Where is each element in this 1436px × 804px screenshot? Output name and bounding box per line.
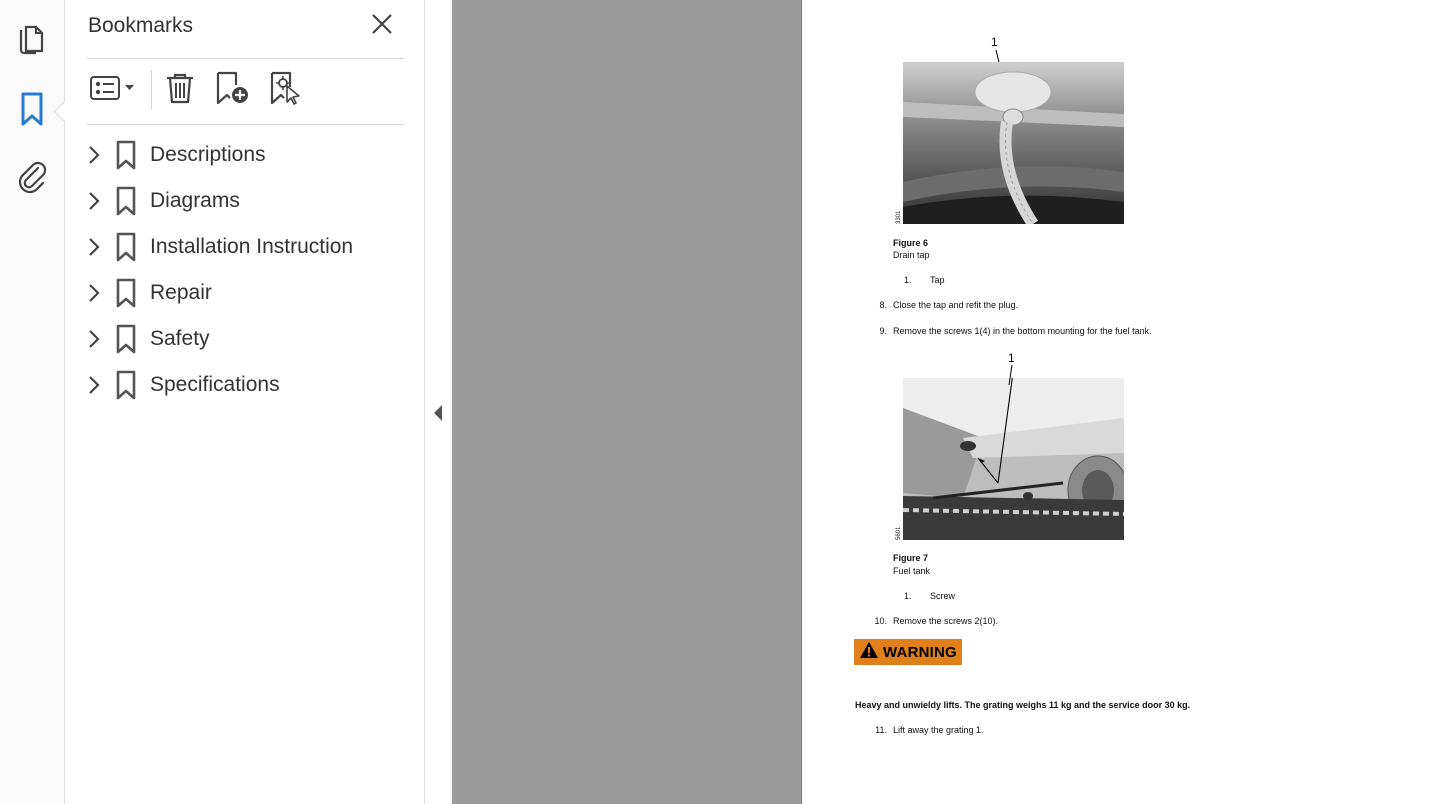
chevron-right-icon[interactable] bbox=[83, 191, 105, 211]
bookmark-selection-button[interactable] bbox=[267, 70, 305, 110]
chevron-right-icon[interactable] bbox=[83, 145, 105, 165]
chevron-right-icon[interactable] bbox=[83, 283, 105, 303]
bookmark-item[interactable]: Descriptions bbox=[83, 135, 403, 175]
figure7-leader-line bbox=[1008, 365, 1013, 385]
close-panel-button[interactable] bbox=[368, 12, 396, 40]
tool-rail bbox=[0, 0, 65, 804]
step-text: Remove the screws 2(10). bbox=[893, 616, 999, 626]
figure6-side-code: 3301 bbox=[896, 210, 902, 224]
bookmark-label: Installation Instruction bbox=[150, 235, 354, 258]
add-bookmark-button[interactable] bbox=[213, 70, 253, 110]
trash-icon bbox=[164, 71, 196, 109]
pages-icon bbox=[17, 21, 47, 59]
bookmark-item[interactable]: Specifications bbox=[83, 365, 403, 405]
divider bbox=[87, 58, 404, 59]
step-text: Remove the screws 1(4) in the bottom mou… bbox=[893, 326, 1152, 336]
document-canvas bbox=[452, 0, 801, 804]
figure6-photo bbox=[903, 62, 1124, 224]
chevron-right-icon[interactable] bbox=[83, 375, 105, 395]
bookmark-icon bbox=[114, 278, 138, 308]
bookmark-icon bbox=[114, 186, 138, 216]
warning-triangle-icon bbox=[859, 641, 879, 664]
figure6-subtitle: Drain tap bbox=[893, 250, 930, 260]
options-menu-button[interactable] bbox=[87, 70, 139, 110]
document-page: 1 3301 Figure 6 Drain tap 1. Tap 8. Clos… bbox=[802, 0, 1436, 804]
bookmark-label: Specifications bbox=[150, 373, 280, 396]
attachment-icon bbox=[16, 159, 48, 199]
figure7-photo bbox=[903, 378, 1124, 540]
warning-label: WARNING bbox=[854, 639, 962, 665]
step-text: Close the tap and refit the plug. bbox=[893, 300, 1019, 310]
bookmarks-button[interactable] bbox=[10, 89, 54, 133]
figure7-legend-text: Screw bbox=[930, 591, 956, 601]
chevron-right-icon[interactable] bbox=[83, 237, 105, 257]
figure6-title: Figure 6 bbox=[893, 238, 929, 248]
triangle-left-icon bbox=[433, 405, 443, 426]
bookmark-icon bbox=[19, 91, 45, 131]
figure7-side-code: 5601 bbox=[896, 526, 902, 540]
bookmark-label: Safety bbox=[150, 327, 210, 350]
bookmark-label: Diagrams bbox=[150, 189, 240, 212]
bookmark-target-icon bbox=[268, 70, 304, 110]
step-number: 9. bbox=[879, 326, 887, 336]
bookmark-item[interactable]: Repair bbox=[83, 273, 403, 313]
collapse-panel-button[interactable] bbox=[433, 404, 443, 426]
figure6-legend-num: 1. bbox=[904, 275, 912, 285]
close-icon bbox=[371, 13, 393, 39]
bookmark-item[interactable]: Safety bbox=[83, 319, 403, 359]
step-number: 11. bbox=[875, 725, 887, 735]
bookmark-icon bbox=[114, 232, 138, 262]
attachments-button[interactable] bbox=[10, 157, 54, 201]
step-number: 8. bbox=[879, 300, 887, 310]
figure6-callout: 1 bbox=[991, 35, 998, 49]
bookmark-label: Descriptions bbox=[150, 143, 266, 166]
toolbar-separator bbox=[151, 70, 152, 110]
figure6-legend-text: Tap bbox=[930, 275, 945, 285]
figure7-legend-num: 1. bbox=[904, 591, 912, 601]
chevron-right-icon[interactable] bbox=[83, 329, 105, 349]
figure7-subtitle: Fuel tank bbox=[893, 566, 931, 576]
bookmarks-panel: Bookmarks Descriptions Diagrams Installati… bbox=[65, 0, 425, 804]
bookmark-icon bbox=[114, 324, 138, 354]
add-bookmark-icon bbox=[214, 70, 252, 110]
step-number: 10. bbox=[874, 616, 887, 626]
list-options-icon bbox=[88, 73, 138, 107]
warning-message: Heavy and unwieldy lifts. The grating we… bbox=[855, 700, 1191, 710]
warning-text: WARNING bbox=[883, 643, 957, 661]
figure7-callout: 1 bbox=[1008, 351, 1015, 365]
delete-bookmark-button[interactable] bbox=[163, 70, 197, 110]
bookmark-label: Repair bbox=[150, 281, 212, 304]
bookmark-icon bbox=[114, 370, 138, 400]
bookmark-icon bbox=[114, 140, 138, 170]
pages-button[interactable] bbox=[10, 18, 54, 62]
step-text: Lift away the grating 1. bbox=[893, 725, 984, 735]
divider bbox=[87, 124, 404, 125]
figure7-title: Figure 7 bbox=[893, 553, 929, 563]
bookmark-item[interactable]: Diagrams bbox=[83, 181, 403, 221]
panel-gutter bbox=[425, 0, 452, 804]
panel-title: Bookmarks bbox=[88, 14, 194, 37]
bookmark-item[interactable]: Installation Instruction bbox=[83, 227, 403, 267]
